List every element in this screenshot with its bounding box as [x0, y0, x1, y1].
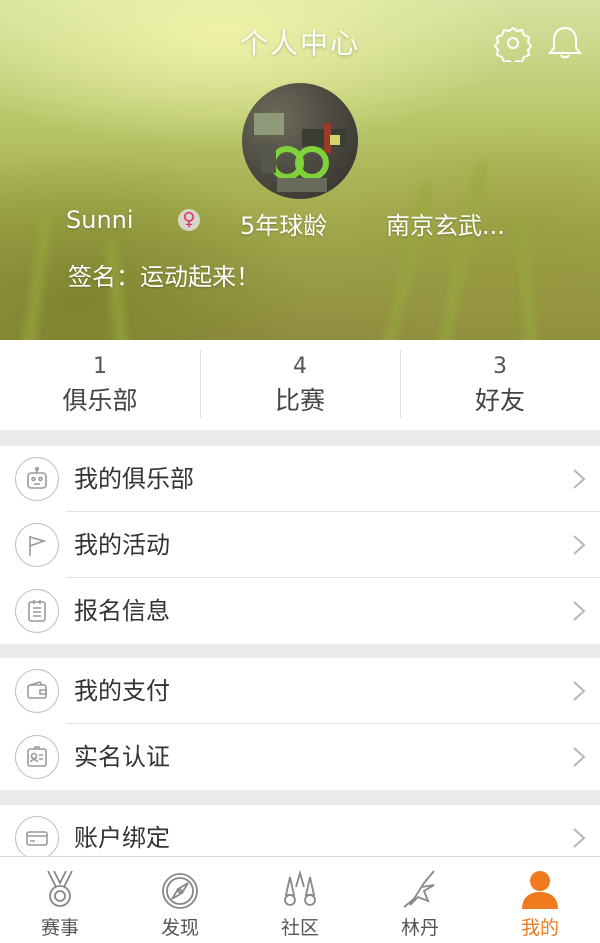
gear-icon[interactable] — [493, 24, 533, 66]
clipboard-icon — [15, 589, 59, 633]
chevron-right-icon — [573, 601, 586, 621]
stat-count: 3 — [493, 354, 507, 379]
signature: 签名：运动起来！ — [68, 263, 260, 291]
id-card-icon — [15, 735, 59, 779]
stat-count: 4 — [293, 354, 307, 379]
menu-group-2: 我的支付 实名认证 — [0, 658, 600, 790]
menu-label: 实名认证 — [74, 743, 170, 771]
profile-header: 个人中心 Sunni ♀ 5年球龄 南京玄武... 签名：运动起来！ — [0, 0, 600, 340]
tab-discover[interactable]: 发现 — [120, 857, 240, 943]
bell-icon[interactable] — [546, 24, 584, 62]
compass-icon — [162, 873, 198, 909]
tab-label: 发现 — [160, 917, 199, 939]
stat-label: 俱乐部 — [62, 386, 138, 415]
tab-label: 林丹 — [400, 917, 439, 939]
grass-decoration — [19, 209, 55, 340]
menu-label: 报名信息 — [74, 597, 170, 625]
badminton-player-icon — [403, 870, 435, 908]
flag-icon — [15, 523, 59, 567]
chevron-right-icon — [573, 535, 586, 555]
tab-community[interactable]: 社区 — [240, 857, 360, 943]
robot-icon — [15, 457, 59, 501]
menu-item-my-payments[interactable]: 我的支付 — [0, 658, 600, 724]
grass-decoration — [515, 219, 539, 340]
menu-item-my-activities[interactable]: 我的活动 — [0, 512, 600, 578]
grass-decoration — [378, 180, 436, 340]
stat-clubs[interactable]: 1 俱乐部 — [0, 340, 200, 430]
tab-label: 赛事 — [40, 917, 79, 939]
tab-mine[interactable]: 我的 — [480, 857, 600, 943]
menu-item-my-clubs[interactable]: 我的俱乐部 — [0, 446, 600, 512]
shuttlecock-icon — [284, 869, 316, 906]
stat-matches[interactable]: 4 比赛 — [200, 340, 400, 430]
wallet-icon — [15, 669, 59, 713]
stat-count: 1 — [93, 354, 107, 379]
stat-label: 好友 — [474, 386, 525, 415]
tab-label: 我的 — [520, 917, 559, 939]
menu-group-1: 我的俱乐部 我的活动 报名信息 — [0, 446, 600, 644]
menu-label: 我的活动 — [74, 531, 170, 559]
location: 南京玄武... — [386, 212, 505, 240]
chevron-right-icon — [573, 681, 586, 701]
bottom-tab-bar: 赛事 发现 社区 林丹 我的 — [0, 856, 600, 943]
tab-lindan[interactable]: 林丹 — [360, 857, 480, 943]
female-gender-icon: ♀ — [178, 209, 200, 231]
chevron-right-icon — [573, 747, 586, 767]
menu-label: 我的支付 — [74, 677, 170, 705]
chevron-right-icon — [573, 469, 586, 489]
tab-label: 社区 — [280, 917, 319, 939]
medal-icon — [47, 870, 73, 907]
stats-bar: 1 俱乐部 4 比赛 3 好友 — [0, 340, 600, 430]
grass-decoration — [434, 160, 490, 340]
stat-friends[interactable]: 3 好友 — [400, 340, 600, 430]
avatar[interactable] — [242, 83, 358, 199]
menu-item-registration-info[interactable]: 报名信息 — [0, 578, 600, 644]
tab-events[interactable]: 赛事 — [0, 857, 120, 943]
menu-label: 我的俱乐部 — [74, 465, 194, 493]
menu-label: 账户绑定 — [74, 824, 170, 852]
menu-item-real-name-verification[interactable]: 实名认证 — [0, 724, 600, 790]
user-icon — [522, 871, 558, 909]
credit-card-icon — [15, 816, 59, 860]
username: Sunni — [66, 206, 134, 234]
stat-label: 比赛 — [274, 386, 325, 415]
play-years: 5年球龄 — [240, 212, 328, 240]
chevron-right-icon — [573, 828, 586, 848]
